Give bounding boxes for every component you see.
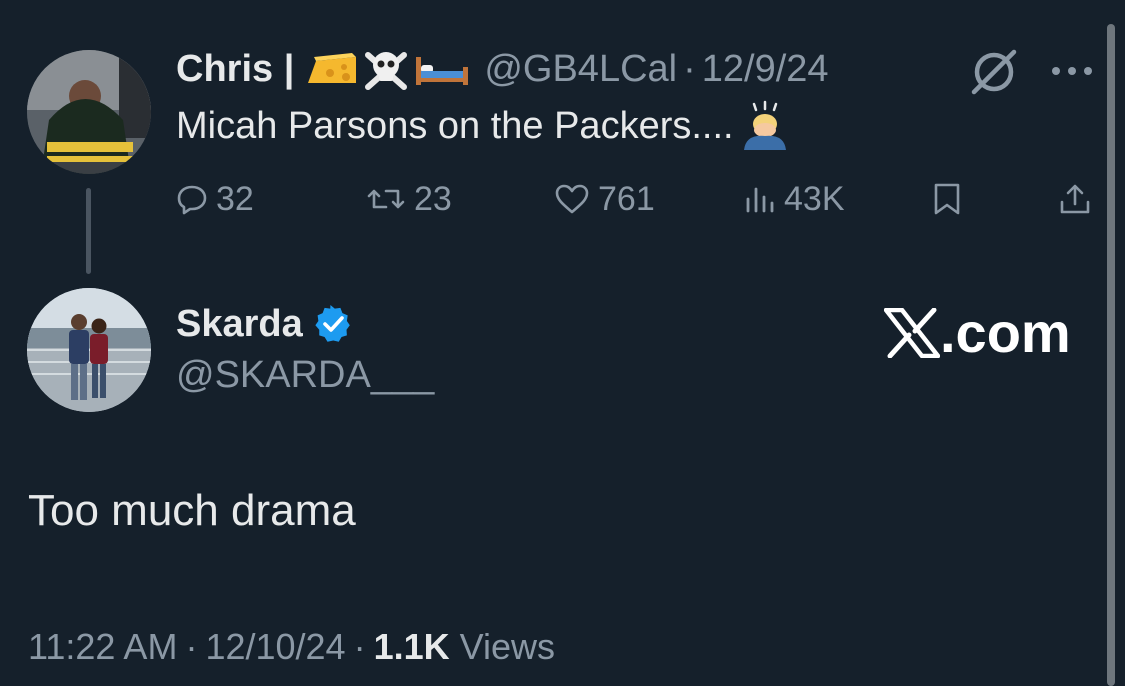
like-action[interactable]: 761	[554, 170, 655, 228]
repost-icon	[367, 189, 405, 209]
parent-date[interactable]: 12/9/24	[702, 48, 829, 91]
reply-tweet-text: Too much drama	[28, 486, 356, 535]
watermark-text: .com	[940, 301, 1071, 364]
x-com-watermark: .com	[884, 300, 1071, 365]
reply-action[interactable]: 32	[176, 170, 254, 228]
header-separator: ·	[683, 47, 696, 90]
name-emojis	[306, 47, 470, 91]
reply-icon	[177, 185, 207, 215]
repost-count: 23	[414, 179, 452, 218]
x-logo-icon	[884, 307, 940, 358]
parent-handle[interactable]: @GB4LCal	[484, 48, 677, 91]
cheese-icon	[308, 53, 357, 83]
scrollbar[interactable]	[1107, 24, 1115, 686]
reply-handle[interactable]: @SKARDA___	[176, 354, 434, 397]
parent-tweet-body: Micah Parsons on the Packers....	[176, 104, 734, 147]
views-count: 43K	[784, 179, 845, 218]
reply-tweet-header: Skarda	[176, 298, 353, 350]
skull-crossbones-icon	[365, 52, 408, 90]
views-chart-icon	[746, 187, 774, 213]
bookmark-icon	[934, 183, 960, 215]
views-label: Views	[459, 626, 556, 667]
more-options-icon[interactable]	[1048, 62, 1096, 80]
thread-connector-line	[86, 188, 91, 274]
reply-display-name[interactable]: Skarda	[176, 303, 303, 346]
share-icon	[1060, 184, 1090, 214]
tweet-footer: 11:22 AM · 12/10/24 · 1.1K Views	[28, 626, 555, 668]
like-count: 761	[598, 179, 655, 218]
repost-action[interactable]: 23	[366, 170, 452, 228]
parent-display-name[interactable]: Chris |	[176, 48, 294, 91]
avatar-photo	[27, 50, 151, 174]
views-count-footer[interactable]: 1.1K	[374, 626, 450, 668]
parent-tweet-header: Chris | @GB4LCal · 12/9/24	[176, 44, 829, 94]
tweet-date[interactable]: 12/10/24	[205, 626, 345, 668]
heart-icon	[555, 184, 589, 214]
parent-tweet-avatar[interactable]	[27, 50, 151, 174]
reply-tweet-avatar[interactable]	[27, 288, 151, 412]
bed-icon	[416, 57, 469, 85]
bookmark-action[interactable]	[932, 170, 962, 228]
verified-badge-icon[interactable]	[313, 304, 353, 344]
tweet-time[interactable]: 11:22 AM	[28, 626, 177, 668]
avatar-photo	[27, 288, 151, 412]
person-bowing-icon	[743, 100, 786, 150]
share-action[interactable]	[1058, 170, 1092, 228]
reply-count: 32	[216, 179, 254, 218]
grok-icon[interactable]	[968, 46, 1020, 96]
parent-tweet-text: Micah Parsons on the Packers....	[176, 100, 790, 152]
footer-separator-2: ·	[353, 626, 366, 667]
views-action[interactable]: 43K	[744, 170, 845, 228]
footer-separator-1: ·	[185, 626, 198, 667]
